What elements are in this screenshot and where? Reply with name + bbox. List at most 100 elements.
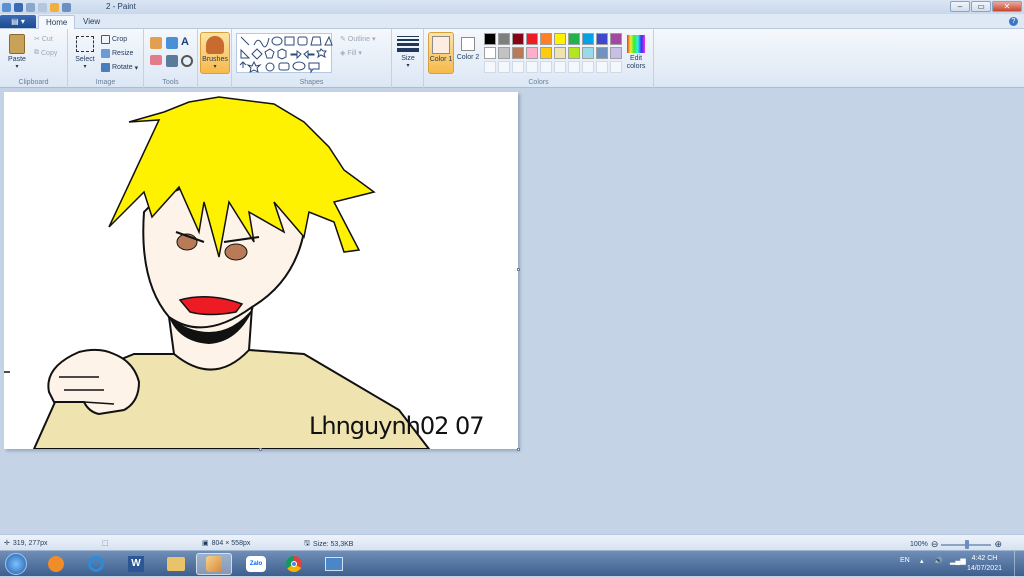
outline-icon: ✎ xyxy=(340,36,346,43)
crop-icon xyxy=(101,35,110,44)
shapes-gallery[interactable] xyxy=(236,33,333,74)
resize-button[interactable]: Resize xyxy=(101,49,133,58)
taskbar-zalo[interactable]: Zalo xyxy=(238,553,274,575)
zoom-slider[interactable] xyxy=(941,539,992,549)
palette-swatch[interactable] xyxy=(540,33,552,45)
size-button[interactable]: Size ▾ xyxy=(395,32,421,69)
zoom-in-icon[interactable]: ⊕ xyxy=(994,539,1002,550)
customize-qat-icon[interactable] xyxy=(62,2,71,12)
outline-button[interactable]: ✎ Outline ▾ xyxy=(340,35,376,44)
language-indicator[interactable]: EN xyxy=(900,557,910,564)
taskbar-internet-explorer[interactable]: e xyxy=(78,553,114,575)
color-picker-icon[interactable] xyxy=(166,55,178,67)
palette-swatch[interactable] xyxy=(484,33,496,45)
palette-swatch[interactable] xyxy=(582,47,594,59)
system-clock[interactable]: 4:42 CH 14/07/2021 xyxy=(967,554,1002,574)
minimize-button[interactable]: – xyxy=(950,1,970,12)
palette-swatch[interactable] xyxy=(540,47,552,59)
taskbar-photo-viewer[interactable] xyxy=(316,553,352,575)
canvas-workspace[interactable]: Lhnguynh02 07 xyxy=(0,88,1024,534)
brushes-button[interactable]: Brushes ▾ xyxy=(200,32,230,74)
palette-swatch[interactable] xyxy=(512,33,524,45)
taskbar-chrome[interactable] xyxy=(276,553,312,575)
palette-swatch[interactable] xyxy=(526,47,538,59)
palette-swatch-empty[interactable] xyxy=(498,61,510,73)
taskbar-file-explorer[interactable] xyxy=(158,553,194,575)
palette-swatch[interactable] xyxy=(568,33,580,45)
canvas-resize-handle-bottom[interactable] xyxy=(259,448,262,451)
palette-swatch-empty[interactable] xyxy=(610,61,622,73)
palette-swatch-empty[interactable] xyxy=(568,61,580,73)
magnifier-icon[interactable] xyxy=(181,55,193,67)
palette-swatch-empty[interactable] xyxy=(596,61,608,73)
palette-swatch[interactable] xyxy=(498,47,510,59)
palette-swatch[interactable] xyxy=(498,33,510,45)
media-player-icon xyxy=(48,556,64,572)
palette-swatch[interactable] xyxy=(596,47,608,59)
palette-swatch-empty[interactable] xyxy=(526,61,538,73)
palette-swatch-empty[interactable] xyxy=(582,61,594,73)
tab-view[interactable]: View xyxy=(76,15,107,29)
drawing-canvas[interactable]: Lhnguynh02 07 xyxy=(4,92,518,450)
size-label: Size xyxy=(401,55,415,62)
palette-swatch[interactable] xyxy=(568,47,580,59)
paste-button[interactable]: Paste ▾ xyxy=(4,32,30,70)
start-button[interactable] xyxy=(2,552,30,576)
text-tool-icon[interactable]: A xyxy=(181,36,189,48)
save-icon[interactable] xyxy=(14,2,23,12)
crop-button[interactable]: Crop xyxy=(101,35,127,44)
palette-swatch[interactable] xyxy=(610,33,622,45)
palette-swatch-empty[interactable] xyxy=(540,61,552,73)
windows-logo-icon xyxy=(5,553,27,575)
pencil-icon[interactable] xyxy=(150,37,162,49)
word-icon: W xyxy=(128,556,144,572)
select-button[interactable]: Select ▾ xyxy=(72,32,98,70)
maximize-button[interactable]: ▭ xyxy=(971,1,991,12)
canvas-resize-handle-right[interactable] xyxy=(517,268,520,271)
palette-swatch[interactable] xyxy=(554,47,566,59)
palette-swatch-empty[interactable] xyxy=(554,61,566,73)
palette-swatch[interactable] xyxy=(554,33,566,45)
canvas-resize-handle-corner[interactable] xyxy=(517,448,520,451)
paint-app-icon[interactable] xyxy=(2,2,11,12)
folder-icon xyxy=(167,557,185,571)
taskbar-paint[interactable] xyxy=(196,553,232,575)
paint-icon xyxy=(206,556,222,572)
color-spectrum-icon xyxy=(627,35,645,53)
copy-button[interactable]: ⧉ Copy xyxy=(34,49,57,57)
rotate-icon xyxy=(101,63,110,72)
colors-group: Color 1 Color 2 Edit colors Colors xyxy=(424,29,654,88)
edit-colors-button[interactable]: Edit colors xyxy=(622,32,650,71)
paste-label: Paste xyxy=(8,56,26,63)
tab-home[interactable]: Home xyxy=(38,15,76,29)
volume-icon[interactable]: 🔊 xyxy=(934,557,943,565)
application-menu-button[interactable]: ▤ ▾ xyxy=(0,15,36,28)
new-icon[interactable] xyxy=(50,2,59,12)
undo-icon[interactable] xyxy=(26,2,35,12)
show-desktop-button[interactable] xyxy=(1014,551,1024,577)
help-icon[interactable]: ? xyxy=(1009,17,1018,26)
eraser-icon[interactable] xyxy=(150,55,162,65)
taskbar-media-player[interactable] xyxy=(38,553,74,575)
fill-button[interactable]: ◈ Fill ▾ xyxy=(340,49,362,58)
redo-icon[interactable] xyxy=(38,2,47,12)
palette-swatch-empty[interactable] xyxy=(512,61,524,73)
palette-swatch[interactable] xyxy=(512,47,524,59)
palette-swatch-empty[interactable] xyxy=(484,61,496,73)
palette-swatch[interactable] xyxy=(582,33,594,45)
network-icon[interactable]: ▂▄▆ xyxy=(950,557,966,565)
close-button[interactable]: ✕ xyxy=(992,1,1022,12)
cut-button[interactable]: ✂ Cut xyxy=(34,35,53,44)
palette-swatch[interactable] xyxy=(596,33,608,45)
zoom-out-icon[interactable]: ⊖ xyxy=(931,539,939,550)
palette-swatch[interactable] xyxy=(526,33,538,45)
color2-button[interactable]: Color 2 xyxy=(456,32,480,62)
taskbar-word[interactable]: W xyxy=(118,553,154,575)
zoom-slider-thumb[interactable] xyxy=(965,539,970,549)
palette-swatch[interactable] xyxy=(484,47,496,59)
fill-bucket-icon[interactable] xyxy=(166,37,178,49)
rotate-button[interactable]: Rotate ▾ xyxy=(101,63,138,72)
palette-swatch[interactable] xyxy=(610,47,622,59)
color1-button[interactable]: Color 1 xyxy=(428,32,454,74)
show-hidden-icons-icon[interactable]: ▴ xyxy=(920,557,924,565)
